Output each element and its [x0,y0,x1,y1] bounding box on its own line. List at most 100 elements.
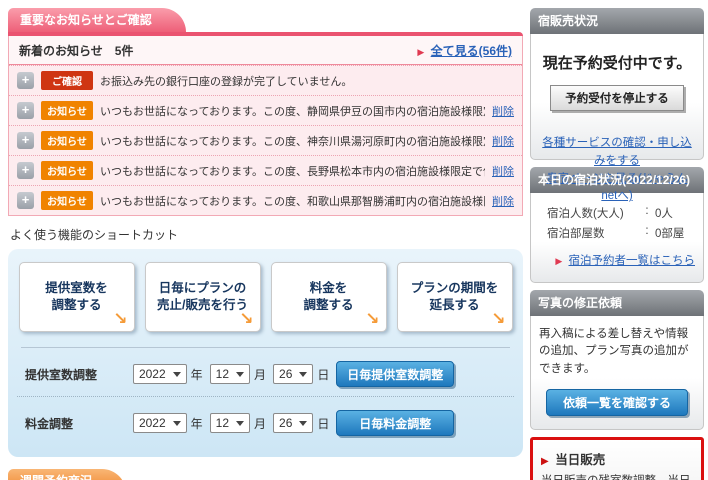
diag-arrow-icon: ↘ [113,308,127,331]
delete-link[interactable]: 削除 [492,103,514,119]
shortcut-label: 提供室数を [45,280,108,297]
room-count-value: 0部屋 [655,225,684,241]
request-list-button[interactable]: 依頼一覧を確認する [546,389,688,416]
same-day-sales-box[interactable]: ▶ 当日販売 当日販売の残室数調整、当日販売用プラン新規作成を行う事ができます。 [530,437,704,480]
day-select[interactable]: 26 [273,413,313,433]
notice-text: いつもお世話になっております。この度、神奈川県湯河原町内の宿泊施設様限定で使える… [100,133,485,149]
photo-request-text: 再入稿による差し替えや情報の追加、プラン写真の追加ができます。 [539,326,695,378]
year-select[interactable]: 2022 [133,364,187,384]
notice-badge-info: お知らせ [41,131,93,150]
shortcut-label: 延長する [429,297,479,314]
stop-accepting-button[interactable]: 予約受付を停止する [550,85,684,111]
sales-status-title: 宿販売状況 [530,8,704,34]
notices-panel-title: 重要なお知らせとご確認 [8,8,186,32]
services-link[interactable]: 各種サービスの確認・申し込みをする [542,137,692,167]
notice-text: いつもお世話になっております。この度、静岡県伊豆の国市内の宿泊施設様限定で使える… [100,103,485,119]
expand-plus-button[interactable]: + [17,102,34,119]
arrow-right-icon: ▶ [417,47,424,57]
day-suffix: 日 [317,366,329,383]
shortcut-label: 日毎にプランの [159,280,247,297]
shortcut-extend-plan-button[interactable]: プランの期間を 延長する ↘ [397,262,513,332]
daily-rate-adjust-button[interactable]: 日毎料金調整 [336,410,454,436]
chevron-down-icon [173,421,181,426]
guest-count-value: 0人 [655,205,673,221]
notice-badge-info: お知らせ [41,191,93,210]
chevron-down-icon [299,372,307,377]
accepting-status-text: 現在予約受付中です。 [539,52,695,73]
year-value: 2022 [139,416,166,430]
year-select[interactable]: 2022 [133,413,187,433]
chevron-down-icon [236,372,244,377]
shortcut-label: プランの期間を [411,280,499,297]
month-select[interactable]: 12 [210,413,250,433]
notice-row: + お知らせ いつもお世話になっております。この度、長野県松本市内の宿泊施設様限… [9,155,522,185]
notice-badge-info: お知らせ [41,101,93,120]
delete-link[interactable]: 削除 [492,133,514,149]
year-value: 2022 [139,367,166,381]
delete-link[interactable]: 削除 [492,193,514,209]
room-count-label: 宿泊部屋数 [547,225,639,241]
shortcut-adjust-rates-button[interactable]: 料金を 調整する ↘ [271,262,387,332]
today-status-box: 本日の宿泊状況(2022/12/26) 宿泊人数(大人) : 0人 宿泊部屋数 … [530,167,704,283]
expand-plus-button[interactable]: + [17,72,34,89]
rate-adjust-row: 料金調整 2022 年 12 月 26 日 日毎料金調整 [17,396,514,445]
month-suffix: 月 [254,415,266,432]
month-value: 12 [216,416,229,430]
shortcut-label: 調整する [51,297,101,314]
shortcut-adjust-rooms-button[interactable]: 提供室数を 調整する ↘ [19,262,135,332]
arrow-right-icon: ▶ [555,256,562,266]
notice-text: いつもお世話になっております。この度、長野県松本市内の宿泊施設様限定で使える宿泊… [100,163,485,179]
daily-room-adjust-button[interactable]: 日毎提供室数調整 [336,361,454,387]
diag-arrow-icon: ↘ [239,308,253,331]
notice-row: + ご確認 お振込み先の銀行口座の登録が完了していません。 [9,65,522,95]
rate-adjust-label: 料金調整 [25,415,133,432]
sales-status-box: 宿販売状況 現在予約受付中です。 予約受付を停止する 各種サービスの確認・申し込… [530,8,704,160]
year-suffix: 年 [191,366,203,383]
diag-arrow-icon: ↘ [365,308,379,331]
shortcut-label: 料金を [310,280,348,297]
expand-plus-button[interactable]: + [17,192,34,209]
day-value: 26 [279,416,292,430]
delete-link[interactable]: 削除 [492,163,514,179]
chevron-down-icon [173,372,181,377]
notice-row: + お知らせ いつもお世話になっております。この度、静岡県伊豆の国市内の宿泊施設… [9,95,522,125]
notice-row: + お知らせ いつもお世話になっております。この度、神奈川県湯河原町内の宿泊施設… [9,125,522,155]
notice-badge-confirm: ご確認 [41,71,93,90]
room-adjust-label: 提供室数調整 [25,366,133,383]
notice-badge-info: お知らせ [41,161,93,180]
view-all-wrap: ▶ 全て見る(56件) [417,42,512,59]
day-value: 26 [279,367,292,381]
expand-plus-button[interactable]: + [17,162,34,179]
month-suffix: 月 [254,366,266,383]
weekly-panel: 週間予約商況 [8,469,523,480]
new-notices-count: 新着のお知らせ 5件 [19,42,133,59]
guest-count-row: 宿泊人数(大人) : 0人 [539,203,695,223]
notices-panel-header: 重要なお知らせとご確認 [8,8,523,32]
chevron-down-icon [299,421,307,426]
main-column: 重要なお知らせとご確認 新着のお知らせ 5件 ▶ 全て見る(56件) + ご確認… [8,8,523,480]
expand-plus-button[interactable]: + [17,132,34,149]
room-count-row: 宿泊部屋数 : 0部屋 [539,223,695,243]
day-select[interactable]: 26 [273,364,313,384]
month-value: 12 [216,367,229,381]
notices-panel: 重要なお知らせとご確認 新着のお知らせ 5件 ▶ 全て見る(56件) + ご確認… [8,8,523,216]
same-day-sales-title: 当日販売 [555,453,605,467]
shortcut-label: 売止/販売を行う [157,297,248,314]
reservation-list-link[interactable]: 宿泊予約者一覧はこちら [569,255,696,267]
year-suffix: 年 [191,415,203,432]
photo-request-box: 写真の修正依頼 再入稿による差し替えや情報の追加、プラン写真の追加ができます。 … [530,290,704,430]
notice-text: お振込み先の銀行口座の登録が完了していません。 [100,73,514,89]
guest-count-label: 宿泊人数(大人) [547,205,639,221]
arrow-right-icon: ▶ [541,456,549,467]
notice-row: + お知らせ いつもお世話になっております。この度、和歌山県那智勝浦町内の宿泊施… [9,185,522,215]
colon: : [639,225,655,241]
view-all-link[interactable]: 全て見る(56件) [431,44,512,58]
sidebar: 宿販売状況 現在予約受付中です。 予約受付を停止する 各種サービスの確認・申し込… [530,8,704,480]
month-select[interactable]: 12 [210,364,250,384]
shortcut-label: 調整する [303,297,353,314]
shortcuts-title: よく使う機能のショートカット [10,226,521,243]
notices-subheader: 新着のお知らせ 5件 ▶ 全て見る(56件) [9,36,522,65]
shortcut-daily-plan-button[interactable]: 日毎にプランの 売止/販売を行う ↘ [145,262,261,332]
room-adjust-row: 提供室数調整 2022 年 12 月 26 日 日毎提供室数調整 [17,348,514,396]
shortcuts-panel: 提供室数を 調整する ↘ 日毎にプランの 売止/販売を行う ↘ 料金を 調整する… [8,249,523,457]
